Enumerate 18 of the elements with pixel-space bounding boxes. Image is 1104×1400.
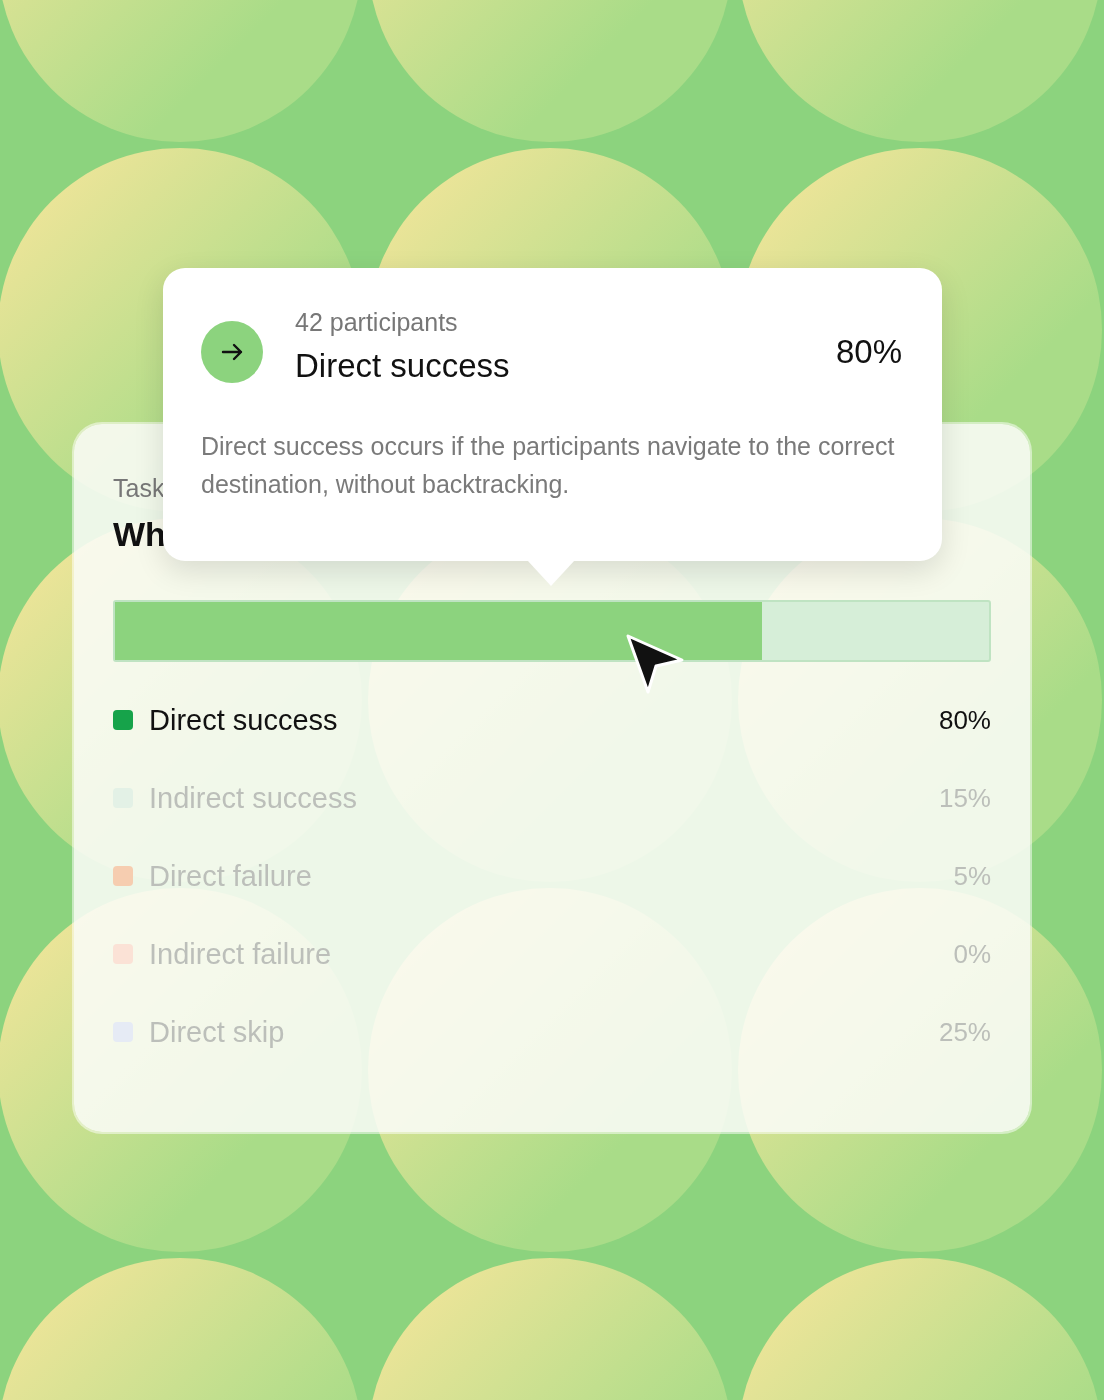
question-text: Wh (113, 515, 166, 554)
tooltip-description: Direct success occurs if the participants navigate to the correct destination, without backtracking. (201, 431, 896, 500)
legend-percent: 0% (953, 938, 991, 970)
arrow-right-icon (201, 320, 263, 383)
legend-label: Direct failure (149, 859, 313, 893)
task-label: Task (113, 474, 165, 503)
legend-label: Direct skip (149, 1015, 286, 1049)
cursor-icon (626, 634, 686, 696)
legend-percent: 80% (938, 704, 991, 736)
legend-percent: 15% (938, 782, 991, 814)
legend-label: Indirect success (149, 781, 358, 815)
legend-label: Indirect failure (149, 937, 333, 971)
participant-count: 42 participants (295, 308, 459, 337)
legend-percent: 5% (953, 860, 991, 892)
legend-percent: 25% (938, 1016, 991, 1048)
tooltip-title: Direct success (295, 347, 511, 385)
legend-label: Direct success (149, 703, 339, 737)
tooltip-percent: 80% (835, 332, 902, 371)
